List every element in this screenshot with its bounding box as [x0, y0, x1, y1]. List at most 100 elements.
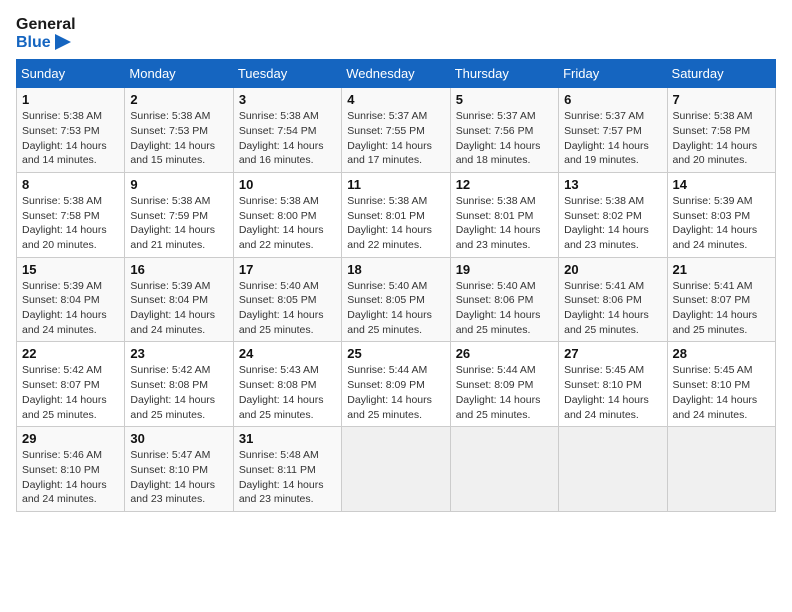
day-number: 25	[347, 346, 444, 361]
calendar-cell: 30 Sunrise: 5:47 AMSunset: 8:10 PMDayligh…	[125, 427, 233, 512]
calendar-cell: 15 Sunrise: 5:39 AMSunset: 8:04 PMDayligh…	[17, 257, 125, 342]
day-number: 17	[239, 262, 336, 277]
day-detail: Sunrise: 5:38 AMSunset: 7:53 PMDaylight:…	[130, 109, 227, 168]
day-detail: Sunrise: 5:38 AMSunset: 8:01 PMDaylight:…	[347, 194, 444, 253]
day-detail: Sunrise: 5:43 AMSunset: 8:08 PMDaylight:…	[239, 363, 336, 422]
day-detail: Sunrise: 5:39 AMSunset: 8:03 PMDaylight:…	[673, 194, 770, 253]
logo-arrow-icon	[51, 34, 71, 50]
day-number: 23	[130, 346, 227, 361]
header: GeneralBlue	[16, 16, 776, 51]
week-row-1: 1 Sunrise: 5:38 AMSunset: 7:53 PMDaylight…	[17, 88, 776, 173]
calendar-cell: 4Sunrise: 5:37 AMSunset: 7:55 PMDaylight…	[342, 88, 450, 173]
weekday-header-friday: Friday	[559, 60, 667, 88]
day-number: 19	[456, 262, 553, 277]
day-number: 27	[564, 346, 661, 361]
day-number: 14	[673, 177, 770, 192]
day-detail: Sunrise: 5:38 AMSunset: 7:53 PMDaylight:…	[22, 109, 119, 168]
week-row-3: 15 Sunrise: 5:39 AMSunset: 8:04 PMDayligh…	[17, 257, 776, 342]
week-row-5: 29Sunrise: 5:46 AMSunset: 8:10 PMDayligh…	[17, 427, 776, 512]
day-number: 11	[347, 177, 444, 192]
day-detail: Sunrise: 5:44 AMSunset: 8:09 PMDaylight:…	[456, 363, 553, 422]
day-detail: Sunrise: 5:40 AMSunset: 8:05 PMDaylight:…	[239, 279, 336, 338]
day-detail: Sunrise: 5:41 AMSunset: 8:06 PMDaylight:…	[564, 279, 661, 338]
day-number: 31	[239, 431, 336, 446]
calendar-cell	[450, 427, 558, 512]
weekday-header-row: SundayMondayTuesdayWednesdayThursdayFrid…	[17, 60, 776, 88]
day-number: 9	[130, 177, 227, 192]
weekday-header-saturday: Saturday	[667, 60, 775, 88]
weekday-header-monday: Monday	[125, 60, 233, 88]
day-number: 1	[22, 92, 119, 107]
calendar-cell: 13 Sunrise: 5:38 AMSunset: 8:02 PMDayligh…	[559, 172, 667, 257]
calendar-cell: 22Sunrise: 5:42 AMSunset: 8:07 PMDayligh…	[17, 342, 125, 427]
calendar-cell: 28 Sunrise: 5:45 AMSunset: 8:10 PMDayligh…	[667, 342, 775, 427]
calendar-cell: 18 Sunrise: 5:40 AMSunset: 8:05 PMDayligh…	[342, 257, 450, 342]
weekday-header-wednesday: Wednesday	[342, 60, 450, 88]
calendar-cell	[559, 427, 667, 512]
day-number: 21	[673, 262, 770, 277]
day-number: 28	[673, 346, 770, 361]
calendar-cell: 3 Sunrise: 5:38 AMSunset: 7:54 PMDaylight…	[233, 88, 341, 173]
day-number: 24	[239, 346, 336, 361]
calendar-cell: 24 Sunrise: 5:43 AMSunset: 8:08 PMDayligh…	[233, 342, 341, 427]
day-number: 2	[130, 92, 227, 107]
day-number: 15	[22, 262, 119, 277]
calendar-cell: 7Sunrise: 5:38 AMSunset: 7:58 PMDaylight…	[667, 88, 775, 173]
day-detail: Sunrise: 5:42 AMSunset: 8:08 PMDaylight:…	[130, 363, 227, 422]
calendar-cell: 19Sunrise: 5:40 AMSunset: 8:06 PMDayligh…	[450, 257, 558, 342]
day-detail: Sunrise: 5:39 AMSunset: 8:04 PMDaylight:…	[22, 279, 119, 338]
calendar-cell: 8Sunrise: 5:38 AMSunset: 7:58 PMDaylight…	[17, 172, 125, 257]
calendar-body: 1 Sunrise: 5:38 AMSunset: 7:53 PMDaylight…	[17, 88, 776, 512]
day-detail: Sunrise: 5:45 AMSunset: 8:10 PMDaylight:…	[673, 363, 770, 422]
day-detail: Sunrise: 5:38 AMSunset: 7:59 PMDaylight:…	[130, 194, 227, 253]
day-number: 13	[564, 177, 661, 192]
day-detail: Sunrise: 5:44 AMSunset: 8:09 PMDaylight:…	[347, 363, 444, 422]
calendar-table: SundayMondayTuesdayWednesdayThursdayFrid…	[16, 59, 776, 512]
calendar-cell: 5 Sunrise: 5:37 AMSunset: 7:56 PMDaylight…	[450, 88, 558, 173]
logo: GeneralBlue	[16, 16, 76, 51]
calendar-cell: 11 Sunrise: 5:38 AMSunset: 8:01 PMDayligh…	[342, 172, 450, 257]
calendar-cell: 31 Sunrise: 5:48 AMSunset: 8:11 PMDayligh…	[233, 427, 341, 512]
day-detail: Sunrise: 5:37 AMSunset: 7:56 PMDaylight:…	[456, 109, 553, 168]
calendar-cell: 9 Sunrise: 5:38 AMSunset: 7:59 PMDaylight…	[125, 172, 233, 257]
day-number: 3	[239, 92, 336, 107]
calendar-cell: 23 Sunrise: 5:42 AMSunset: 8:08 PMDayligh…	[125, 342, 233, 427]
day-number: 10	[239, 177, 336, 192]
calendar-cell: 10 Sunrise: 5:38 AMSunset: 8:00 PMDayligh…	[233, 172, 341, 257]
day-detail: Sunrise: 5:39 AMSunset: 8:04 PMDaylight:…	[130, 279, 227, 338]
day-detail: Sunrise: 5:47 AMSunset: 8:10 PMDaylight:…	[130, 448, 227, 507]
weekday-header-sunday: Sunday	[17, 60, 125, 88]
day-detail: Sunrise: 5:48 AMSunset: 8:11 PMDaylight:…	[239, 448, 336, 507]
calendar-cell: 20 Sunrise: 5:41 AMSunset: 8:06 PMDayligh…	[559, 257, 667, 342]
day-detail: Sunrise: 5:41 AMSunset: 8:07 PMDaylight:…	[673, 279, 770, 338]
day-detail: Sunrise: 5:40 AMSunset: 8:05 PMDaylight:…	[347, 279, 444, 338]
day-detail: Sunrise: 5:46 AMSunset: 8:10 PMDaylight:…	[22, 448, 119, 507]
week-row-2: 8Sunrise: 5:38 AMSunset: 7:58 PMDaylight…	[17, 172, 776, 257]
day-detail: Sunrise: 5:38 AMSunset: 8:00 PMDaylight:…	[239, 194, 336, 253]
weekday-header-thursday: Thursday	[450, 60, 558, 88]
calendar-cell: 14 Sunrise: 5:39 AMSunset: 8:03 PMDayligh…	[667, 172, 775, 257]
day-number: 20	[564, 262, 661, 277]
week-row-4: 22Sunrise: 5:42 AMSunset: 8:07 PMDayligh…	[17, 342, 776, 427]
day-detail: Sunrise: 5:37 AMSunset: 7:55 PMDaylight:…	[347, 109, 444, 168]
calendar-cell: 29Sunrise: 5:46 AMSunset: 8:10 PMDayligh…	[17, 427, 125, 512]
calendar-cell: 21 Sunrise: 5:41 AMSunset: 8:07 PMDayligh…	[667, 257, 775, 342]
day-detail: Sunrise: 5:45 AMSunset: 8:10 PMDaylight:…	[564, 363, 661, 422]
day-number: 5	[456, 92, 553, 107]
day-detail: Sunrise: 5:38 AMSunset: 7:58 PMDaylight:…	[673, 109, 770, 168]
calendar-cell: 16 Sunrise: 5:39 AMSunset: 8:04 PMDayligh…	[125, 257, 233, 342]
calendar-cell: 12Sunrise: 5:38 AMSunset: 8:01 PMDayligh…	[450, 172, 558, 257]
day-detail: Sunrise: 5:38 AMSunset: 8:02 PMDaylight:…	[564, 194, 661, 253]
day-number: 26	[456, 346, 553, 361]
day-detail: Sunrise: 5:38 AMSunset: 7:54 PMDaylight:…	[239, 109, 336, 168]
calendar-cell: 27 Sunrise: 5:45 AMSunset: 8:10 PMDayligh…	[559, 342, 667, 427]
day-number: 18	[347, 262, 444, 277]
day-number: 16	[130, 262, 227, 277]
calendar-cell: 6Sunrise: 5:37 AMSunset: 7:57 PMDaylight…	[559, 88, 667, 173]
day-detail: Sunrise: 5:38 AMSunset: 7:58 PMDaylight:…	[22, 194, 119, 253]
day-number: 6	[564, 92, 661, 107]
day-number: 30	[130, 431, 227, 446]
calendar-cell: 2 Sunrise: 5:38 AMSunset: 7:53 PMDaylight…	[125, 88, 233, 173]
weekday-header-tuesday: Tuesday	[233, 60, 341, 88]
day-detail: Sunrise: 5:38 AMSunset: 8:01 PMDaylight:…	[456, 194, 553, 253]
